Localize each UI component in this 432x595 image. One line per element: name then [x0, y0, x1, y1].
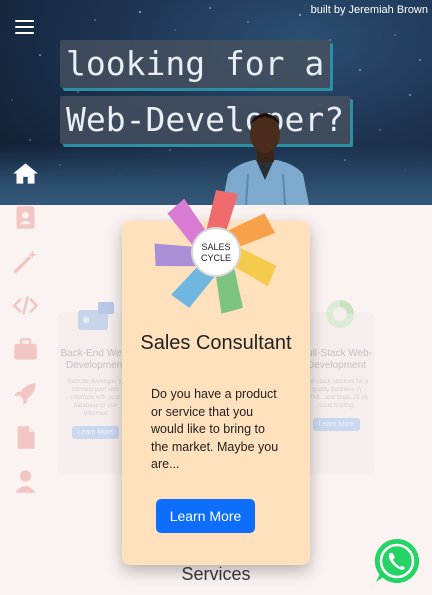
donut-chart-illustration-icon: [326, 300, 354, 328]
person-icon[interactable]: [12, 468, 39, 495]
document-icon[interactable]: [12, 424, 39, 451]
card-title: Sales Consultant: [140, 332, 292, 354]
section-heading: Services: [181, 564, 251, 584]
service-card-text: Full-stack services for a quality busine…: [304, 379, 368, 409]
magic-wand-icon[interactable]: [12, 248, 39, 275]
code-icon[interactable]: [12, 292, 39, 319]
user-card-icon[interactable]: [12, 204, 39, 231]
wheel-center-text-2: CYCLE: [201, 253, 231, 263]
learn-more-button[interactable]: Learn More: [71, 426, 120, 439]
service-card-title: Full-Stack Web-Development: [301, 348, 372, 371]
rocket-icon[interactable]: [12, 380, 39, 407]
whatsapp-icon[interactable]: [372, 536, 422, 586]
service-card-full-stack: Full-Stack Web-Development Full-stack se…: [299, 300, 374, 474]
author-credit: built by Jeremiah Brown: [310, 4, 428, 16]
learn-more-button[interactable]: Learn More: [156, 499, 255, 533]
learn-more-button[interactable]: Learn More: [312, 418, 361, 431]
server-illustration-icon: [78, 302, 114, 330]
service-card-text: Remote developer to connect your web int…: [67, 379, 124, 417]
headline-line-1: looking for a: [60, 40, 331, 88]
home-icon[interactable]: [12, 160, 39, 187]
briefcase-icon[interactable]: [12, 336, 39, 363]
wheel-center-text-1: SALES: [201, 242, 230, 252]
side-navigation: [0, 0, 52, 595]
card-description: Do you have a product or service that yo…: [151, 387, 279, 471]
sales-cycle-wheel-icon: SALES CYCLE: [154, 190, 277, 314]
